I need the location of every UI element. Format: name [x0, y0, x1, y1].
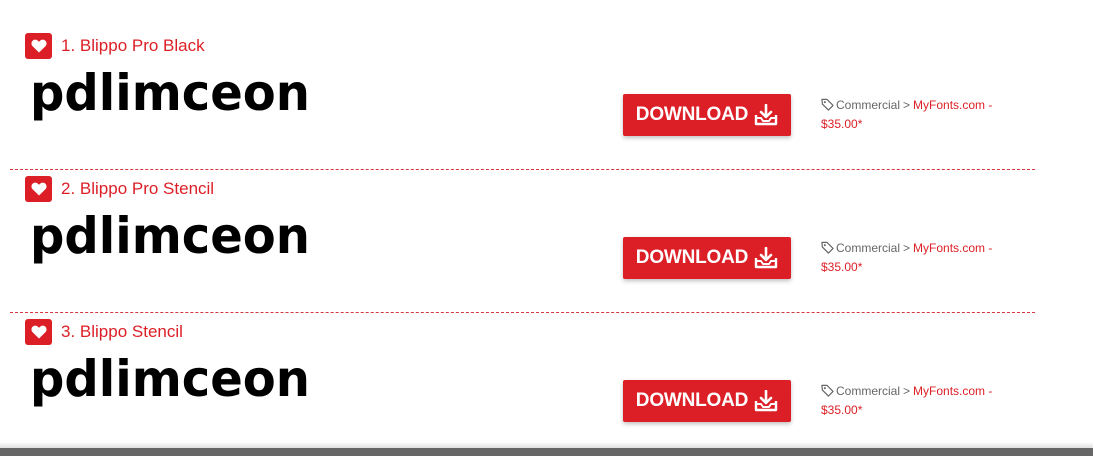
- font-preview-image: pdlimceon: [30, 66, 310, 122]
- font-preview-text: pdlimceon: [30, 352, 310, 408]
- vendor-link[interactable]: MyFonts.com -: [913, 241, 992, 255]
- download-button[interactable]: DOWNLOAD: [623, 94, 791, 136]
- font-preview: pdlimceon: [30, 352, 320, 412]
- download-button-label: DOWNLOAD: [635, 390, 749, 411]
- download-tray-icon: [754, 247, 778, 269]
- license-info: Commercial > MyFonts.com - $35.00*: [821, 96, 1021, 134]
- heart-icon: [30, 325, 47, 339]
- download-button-label: DOWNLOAD: [635, 247, 749, 268]
- favorite-button[interactable]: [25, 33, 52, 59]
- heart-icon: [30, 182, 47, 196]
- font-preview-image: pdlimceon: [30, 352, 310, 408]
- license-type: Commercial: [836, 384, 901, 398]
- font-result-row: 3. Blippo Stencil pdlimceon DOWNLOAD Com: [10, 313, 1035, 456]
- breadcrumb-separator: >: [903, 241, 911, 255]
- breadcrumb-separator: >: [903, 98, 911, 112]
- font-preview-text: pdlimceon: [30, 209, 310, 265]
- favorite-button[interactable]: [25, 319, 52, 345]
- price: $35.00*: [821, 260, 863, 274]
- tag-icon: [821, 98, 834, 111]
- font-title-link[interactable]: 1. Blippo Pro Black: [61, 35, 205, 57]
- font-title-link[interactable]: 3. Blippo Stencil: [61, 321, 183, 343]
- favorite-button[interactable]: [25, 176, 52, 202]
- license-type: Commercial: [836, 98, 901, 112]
- download-button[interactable]: DOWNLOAD: [623, 237, 791, 279]
- download-button-label: DOWNLOAD: [635, 104, 749, 125]
- download-button[interactable]: DOWNLOAD: [623, 380, 791, 422]
- license-info: Commercial > MyFonts.com - $35.00*: [821, 239, 1021, 277]
- vendor-link[interactable]: MyFonts.com -: [913, 384, 992, 398]
- price: $35.00*: [821, 117, 863, 131]
- font-preview-text: pdlimceon: [30, 66, 310, 122]
- font-result-row: 1. Blippo Pro Black pdlimceon DOWNLOAD C: [10, 27, 1035, 170]
- tag-icon: [821, 384, 834, 397]
- price: $35.00*: [821, 403, 863, 417]
- vendor-link[interactable]: MyFonts.com -: [913, 98, 992, 112]
- breadcrumb-separator: >: [903, 384, 911, 398]
- font-result-row: 2. Blippo Pro Stencil pdlimceon DOWNLOAD: [10, 170, 1035, 313]
- font-results-page: 1. Blippo Pro Black pdlimceon DOWNLOAD C: [0, 0, 1093, 456]
- download-tray-icon: [754, 104, 778, 126]
- font-title-link[interactable]: 2. Blippo Pro Stencil: [61, 178, 214, 200]
- tag-icon: [821, 241, 834, 254]
- license-type: Commercial: [836, 241, 901, 255]
- download-tray-icon: [754, 390, 778, 412]
- font-preview: pdlimceon: [30, 209, 320, 269]
- heart-icon: [30, 39, 47, 53]
- font-preview-image: pdlimceon: [30, 209, 310, 265]
- font-preview: pdlimceon: [30, 66, 320, 126]
- footer-bar: [0, 448, 1093, 456]
- license-info: Commercial > MyFonts.com - $35.00*: [821, 382, 1021, 420]
